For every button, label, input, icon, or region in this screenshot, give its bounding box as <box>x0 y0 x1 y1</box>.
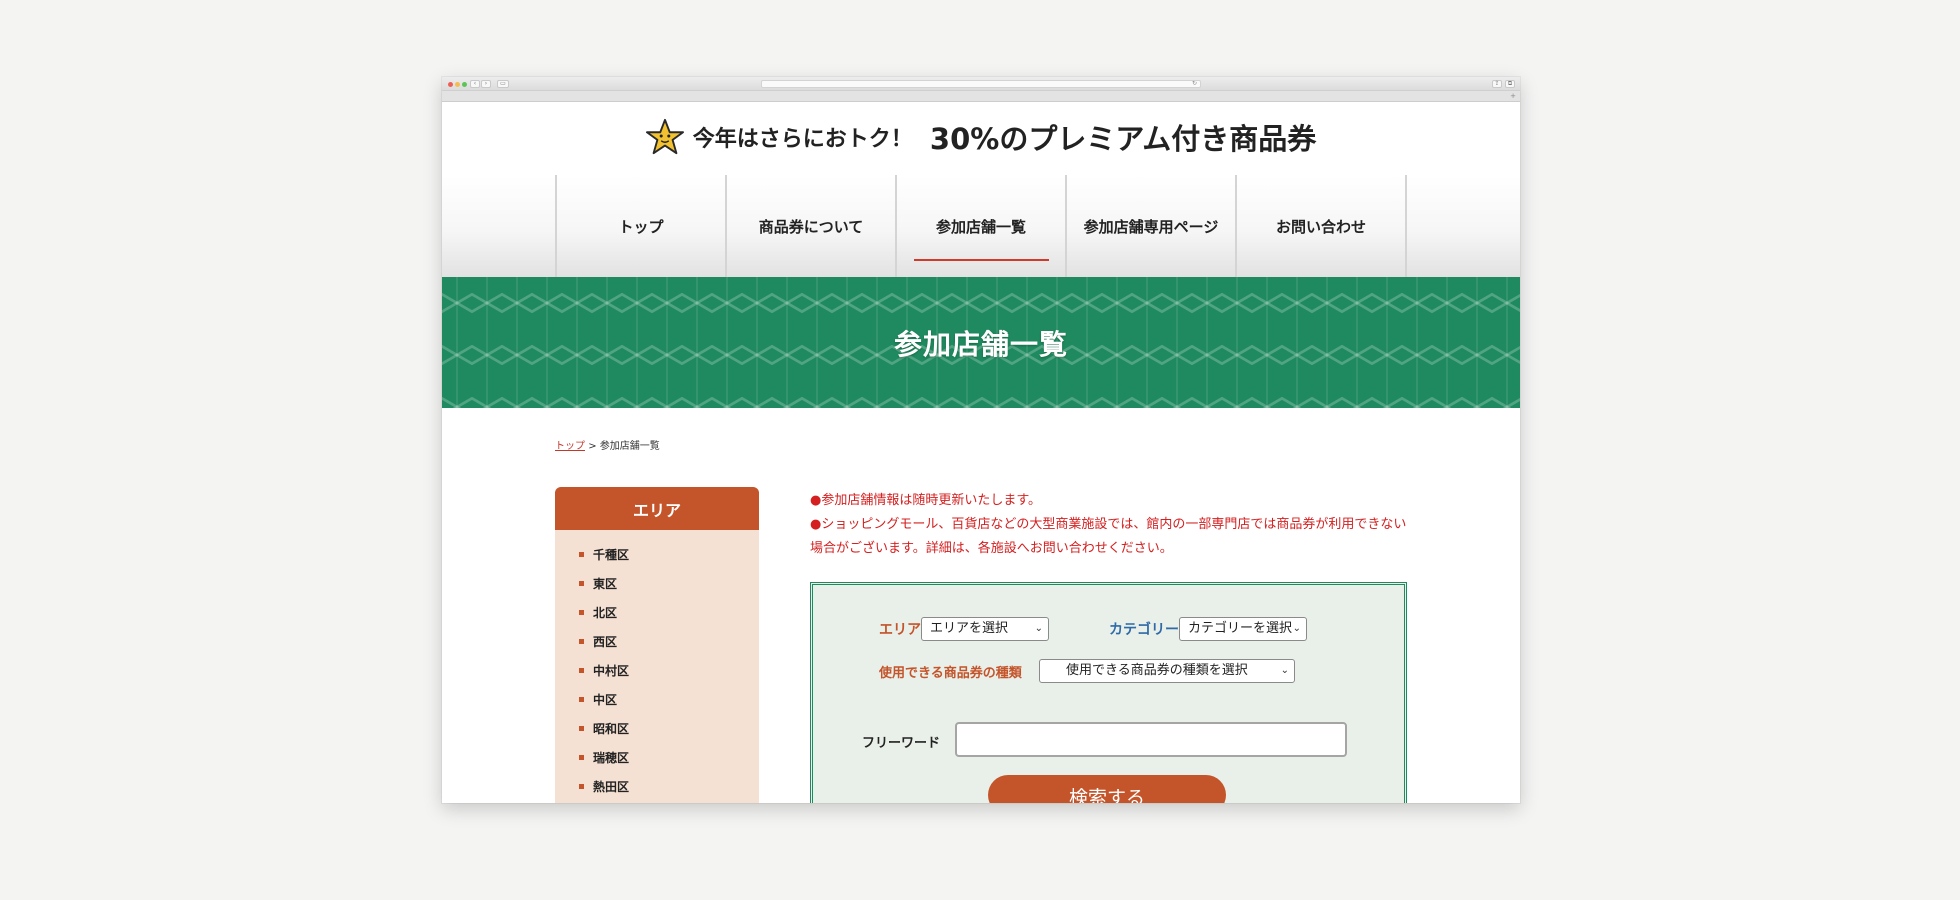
chevron-down-icon: ⌄ <box>1280 665 1289 676</box>
breadcrumb: トップ > 参加店舗一覧 <box>555 437 660 452</box>
category-select[interactable]: カテゴリーを選択 ⌄ <box>1179 617 1307 641</box>
area-list: 千種区 東区 北区 西区 中村区 中区 昭和区 瑞穂区 熱田区 <box>555 530 759 803</box>
logo-tagline: 今年はさらにおトク！ <box>692 127 913 152</box>
search-button[interactable]: 検索する <box>988 775 1226 803</box>
nav-item-contact[interactable]: お問い合わせ <box>1235 175 1407 277</box>
site-logo[interactable]: 今年はさらにおトク！ 30%のプレミアム付き商品券 <box>442 116 1520 160</box>
area-select[interactable]: エリアを選択 ⌄ <box>921 617 1049 641</box>
area-item[interactable]: 北区 <box>555 605 759 634</box>
notice-line: ●ショッピングモール、百貨店などの大型商業施設では、館内の一部専門店では商品券が… <box>810 517 1407 556</box>
global-nav: トップ 商品券について 参加店舗一覧 参加店舗専用ページ お問い合わせ <box>442 175 1520 277</box>
area-item[interactable]: 昭和区 <box>555 721 759 750</box>
star-mascot-icon <box>645 118 684 155</box>
reload-icon[interactable]: ↻ <box>1192 80 1197 87</box>
browser-window: ‹ › ▭ ↻ ⇪ ⧉ + 今年はさらにおトク！ 30%のプレミアム付き商品券 … <box>442 77 1520 803</box>
sidebar-toggle-icon[interactable]: ▭ <box>497 80 509 88</box>
voucher-type-select-value: 使用できる商品券の種類を選択 <box>1066 663 1248 678</box>
category-filter-label: カテゴリー <box>1109 622 1179 638</box>
chevron-down-icon: ⌄ <box>1292 623 1301 634</box>
minimize-window-icon[interactable] <box>455 82 460 87</box>
nav-item-top[interactable]: トップ <box>555 175 725 277</box>
area-item[interactable]: 中村区 <box>555 663 759 692</box>
forward-arrow-icon[interactable]: › <box>481 80 491 88</box>
area-item[interactable]: 西区 <box>555 634 759 663</box>
share-icon[interactable]: ⇪ <box>1492 80 1502 88</box>
area-item[interactable]: 中区 <box>555 692 759 721</box>
voucher-type-label: 使用できる商品券の種類 <box>879 666 1022 681</box>
notice-line: ●参加店舗情報は随時更新いたします。 <box>810 493 1042 508</box>
zoom-window-icon[interactable] <box>462 82 467 87</box>
nav-item-about-vouchers[interactable]: 商品券について <box>725 175 895 277</box>
breadcrumb-current: 参加店舗一覧 <box>599 441 660 452</box>
web-page: 今年はさらにおトク！ 30%のプレミアム付き商品券 トップ 商品券について 参加… <box>442 102 1520 803</box>
voucher-type-select[interactable]: 使用できる商品券の種類を選択 ⌄ <box>1039 659 1295 683</box>
nav-item-store-list[interactable]: 参加店舗一覧 <box>895 175 1065 277</box>
browser-toolbar: ‹ › ▭ ↻ ⇪ ⧉ <box>442 77 1520 91</box>
page-banner: 参加店舗一覧 <box>442 277 1520 408</box>
freeword-input[interactable] <box>955 722 1347 757</box>
area-item[interactable]: 熱田区 <box>555 779 759 803</box>
area-item[interactable]: 千種区 <box>555 547 759 576</box>
area-item[interactable]: 東区 <box>555 576 759 605</box>
area-item[interactable]: 瑞穂区 <box>555 750 759 779</box>
logo-title: 30%のプレミアム付き商品券 <box>929 122 1317 156</box>
tabs-overview-icon[interactable]: ⧉ <box>1505 80 1515 88</box>
area-select-value: エリアを選択 <box>930 621 1009 636</box>
search-form: エリア エリアを選択 ⌄ カテゴリー カテゴリーを選択 ⌄ 使用できる商品券の種… <box>810 582 1407 803</box>
tab-bar: + <box>442 91 1520 102</box>
address-bar[interactable]: ↻ <box>761 80 1201 88</box>
area-filter-label: エリア <box>879 622 921 638</box>
sidebar-title: エリア <box>555 487 759 530</box>
notice-text: ●参加店舗情報は随時更新いたします。 ●ショッピングモール、百貨店などの大型商業… <box>810 489 1410 561</box>
back-arrow-icon[interactable]: ‹ <box>470 80 480 88</box>
freeword-label: フリーワード <box>862 736 941 751</box>
close-window-icon[interactable] <box>448 82 453 87</box>
page-title: 参加店舗一覧 <box>893 327 1068 361</box>
area-sidebar: エリア 千種区 東区 北区 西区 中村区 中区 昭和区 瑞穂区 熱田区 <box>555 487 759 803</box>
new-tab-icon[interactable]: + <box>1510 92 1516 100</box>
category-select-value: カテゴリーを選択 <box>1188 621 1293 636</box>
breadcrumb-home-link[interactable]: トップ <box>555 441 585 452</box>
breadcrumb-separator: > <box>588 441 597 452</box>
nav-item-store-page[interactable]: 参加店舗専用ページ <box>1065 175 1235 277</box>
chevron-down-icon: ⌄ <box>1034 623 1043 634</box>
